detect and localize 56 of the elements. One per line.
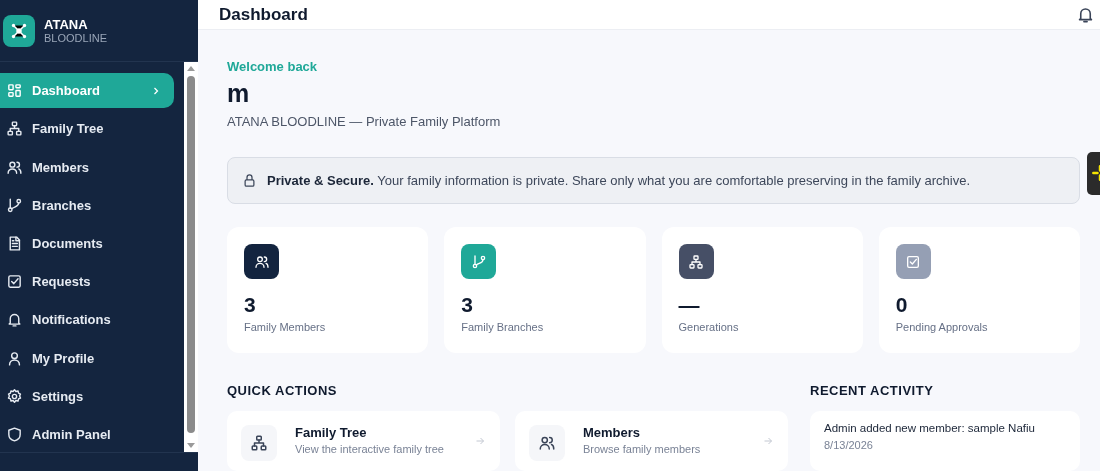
sidebar-item[interactable]: Documents bbox=[0, 225, 174, 261]
sidebar-item[interactable]: Family Tree bbox=[0, 111, 174, 147]
stat-value: 3 bbox=[244, 293, 257, 317]
action-description: Browse family members bbox=[583, 443, 702, 455]
notice-text: Private & Secure. Your family information is private. Share only what you are comfortable preserving in the family archive. bbox=[267, 173, 971, 188]
hierarchy-icon bbox=[6, 120, 23, 138]
floating-widget-icon[interactable] bbox=[1087, 152, 1100, 195]
brand-name: ATANA bbox=[44, 17, 89, 32]
scrollbar[interactable] bbox=[184, 62, 198, 452]
stat-value: 0 bbox=[895, 293, 909, 317]
hierarchy-icon bbox=[250, 434, 268, 452]
branch-icon bbox=[6, 196, 23, 214]
action-title: Family Tree bbox=[295, 425, 368, 440]
action-description: View the interactive family tree bbox=[295, 443, 445, 455]
sidebar-item[interactable]: Notifications bbox=[0, 302, 174, 338]
activity-text: Admin added new member: sample Nafiu bbox=[824, 422, 1036, 434]
shield-icon bbox=[6, 425, 23, 443]
quick-action-card[interactable]: Members Browse family members bbox=[515, 411, 788, 471]
sidebar-item[interactable]: Branches bbox=[0, 187, 174, 223]
tagline: ATANA BLOODLINE — Private Family Platform bbox=[227, 114, 502, 129]
section-heading: QUICK ACTIONS bbox=[227, 383, 339, 398]
arrow-icon bbox=[762, 435, 774, 447]
users-icon bbox=[253, 253, 270, 270]
bell-icon bbox=[6, 311, 23, 329]
action-title: Members bbox=[583, 425, 642, 440]
stat-label: Pending Approvals bbox=[895, 321, 989, 333]
branch-icon bbox=[470, 253, 487, 270]
lock-icon bbox=[242, 173, 257, 188]
activity-date: 8/13/2026 bbox=[824, 439, 874, 451]
logo-icon bbox=[3, 14, 35, 47]
users-icon bbox=[538, 434, 556, 452]
page-title: Dashboard bbox=[219, 4, 308, 25]
stat-label: Family Branches bbox=[461, 321, 545, 333]
checkbox-icon bbox=[905, 253, 922, 270]
grid-icon bbox=[6, 82, 23, 100]
checkbox-icon bbox=[6, 273, 23, 291]
greeting: Welcome back bbox=[227, 59, 319, 74]
sidebar-item[interactable]: Requests bbox=[0, 264, 174, 300]
user-icon bbox=[6, 349, 23, 367]
hierarchy-icon bbox=[688, 253, 704, 270]
stat-label: Generations bbox=[678, 321, 740, 333]
users-icon bbox=[6, 158, 23, 176]
user-name: m bbox=[227, 78, 251, 108]
sidebar-item[interactable]: Admin Panel bbox=[0, 416, 174, 453]
stat-label: Family Members bbox=[244, 321, 327, 333]
sidebar-item[interactable]: Settings bbox=[0, 378, 174, 414]
sidebar-item[interactable]: My Profile bbox=[0, 340, 174, 376]
sidebar-item[interactable]: Members bbox=[0, 149, 174, 185]
arrow-icon bbox=[474, 435, 486, 447]
section-heading: RECENT ACTIVITY bbox=[810, 383, 935, 398]
brand-subtitle: BLOODLINE bbox=[44, 32, 107, 44]
stat-value: 3 bbox=[461, 293, 474, 317]
settings-icon bbox=[6, 387, 23, 405]
stat-value: — bbox=[678, 293, 701, 317]
bell-icon[interactable] bbox=[1076, 5, 1095, 24]
quick-action-card[interactable]: Family Tree View the interactive family tree bbox=[227, 411, 500, 471]
